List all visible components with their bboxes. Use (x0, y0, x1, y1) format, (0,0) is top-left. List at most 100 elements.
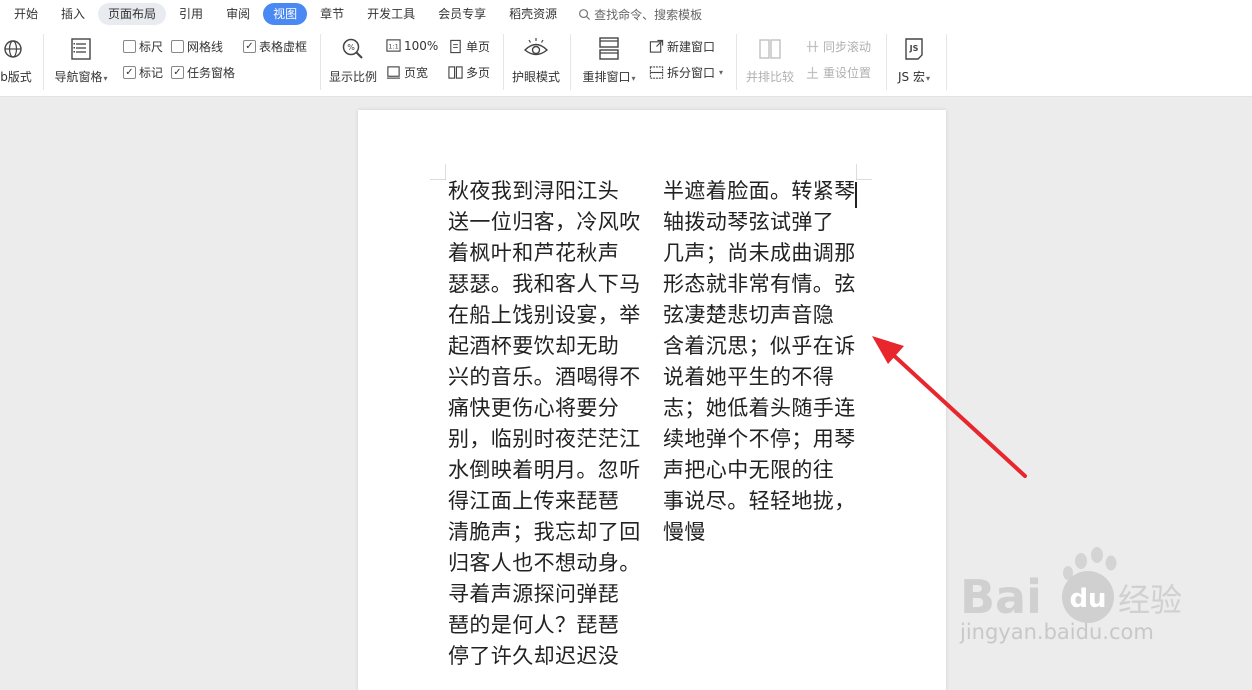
svg-text:JS: JS (909, 44, 919, 53)
nav-pane-icon (71, 38, 91, 60)
single-page-button[interactable]: 单页 (448, 38, 490, 55)
one-to-one-icon: 1:1 (386, 39, 401, 52)
tab-developer[interactable]: 开发工具 (357, 3, 425, 25)
eye-mode-button[interactable]: 护眼模式 (509, 34, 563, 84)
zoom-icon: % (342, 38, 363, 59)
new-window-label: 新建窗口 (667, 40, 716, 54)
text-line: 痛快更伤心将要分 (448, 396, 620, 420)
page-width-label: 页宽 (404, 66, 429, 80)
tab-insert[interactable]: 插入 (51, 3, 95, 25)
split-window-icon (649, 66, 664, 79)
svg-text:%: % (347, 43, 355, 52)
checkbox-checked-icon: ✓ (171, 66, 184, 79)
text-column-left[interactable]: 秋夜我到浔阳江头 送一位归客，冷风吹 着枫叶和芦花秋声 瑟瑟。我和客人下马 在船… (448, 176, 644, 672)
divider (570, 34, 571, 90)
split-window-label: 拆分窗口 (667, 66, 716, 80)
reset-position-button[interactable]: 重设位置 (805, 64, 871, 81)
text-line: 瑟瑟。我和客人下马 (448, 272, 641, 296)
menu-bar: 开始 插入 页面布局 引用 审阅 视图 章节 开发工具 会员专享 稻壳资源 查找… (0, 0, 1252, 28)
table-border-label: 表格虚框 (259, 40, 308, 54)
text-line: 含着沉思；似乎在诉 (663, 334, 856, 358)
divider (320, 34, 321, 90)
zoom-button[interactable]: % 显示比例 (327, 34, 379, 84)
tab-references[interactable]: 引用 (169, 3, 213, 25)
divider (503, 34, 504, 90)
task-pane-checkbox[interactable]: ✓ 任务窗格 (171, 64, 235, 81)
nav-pane-button[interactable]: 导航窗格▾ (50, 34, 112, 86)
reset-position-label: 重设位置 (823, 66, 872, 80)
watermark-brand: Bai (960, 570, 1042, 624)
text-line: 秋夜我到浔阳江头 (448, 179, 620, 203)
text-line: 形态就非常有情。弦 (663, 272, 856, 296)
document-page[interactable]: 秋夜我到浔阳江头 送一位归客，冷风吹 着枫叶和芦花秋声 瑟瑟。我和客人下马 在船… (358, 110, 946, 690)
reset-position-icon (806, 66, 819, 79)
table-border-checkbox[interactable]: ✓ 表格虚框 (243, 38, 307, 55)
page-width-button[interactable]: 页宽 (386, 64, 428, 81)
text-line: 说着她平生的不得 (663, 365, 835, 389)
sync-scroll-button[interactable]: 同步滚动 (805, 38, 871, 55)
watermark-brand-du: du (1069, 584, 1106, 614)
tab-view[interactable]: 视图 (263, 3, 308, 25)
search-label: 查找命令、搜索模板 (594, 7, 703, 22)
web-layout-label: b版式 (0, 70, 32, 84)
multi-page-icon (448, 66, 463, 79)
tab-review[interactable]: 审阅 (216, 3, 260, 25)
text-column-right[interactable]: 半遮着脸面。转紧琴 轴拨动琴弦试弹了 几声；尚未成曲调那 形态就非常有情。弦 弦… (663, 176, 859, 548)
chevron-down-icon: ▾ (103, 74, 108, 83)
text-line: 起酒杯要饮却无助 (448, 334, 620, 358)
web-layout-icon (4, 40, 22, 58)
eye-mode-label: 护眼模式 (511, 70, 560, 84)
text-line: 琶的是何人？琵琶 (448, 613, 620, 637)
tab-member[interactable]: 会员专享 (428, 3, 496, 25)
side-by-side-button[interactable]: 并排比较 (743, 34, 797, 84)
multi-page-button[interactable]: 多页 (448, 64, 490, 81)
text-line: 弦凄楚悲切声音隐 (663, 303, 835, 327)
web-layout-button[interactable]: b版式 (0, 34, 36, 84)
rearrange-window-label: 重排窗口 (582, 70, 631, 84)
tab-chapter[interactable]: 章节 (310, 3, 354, 25)
zoom-label: 显示比例 (328, 70, 377, 84)
checkbox-checked-icon: ✓ (243, 40, 256, 53)
search-icon (579, 8, 591, 20)
mark-label: 标记 (139, 66, 164, 80)
page-width-icon (386, 66, 401, 79)
js-macro-button[interactable]: JS JS 宏▾ (892, 34, 936, 86)
text-line: 停了许久却迟迟没 (448, 644, 620, 668)
new-window-button[interactable]: 新建窗口 (649, 38, 715, 55)
tab-docer[interactable]: 稻壳资源 (499, 3, 567, 25)
tab-page-layout[interactable]: 页面布局 (98, 3, 167, 25)
rearrange-window-button[interactable]: 重排窗口▾ (578, 34, 640, 86)
text-line: 别，临别时夜茫茫江 (448, 427, 641, 451)
chevron-down-icon: ▾ (631, 74, 636, 83)
text-line: 得江面上传来琵琶 (448, 489, 620, 513)
checkbox-checked-icon: ✓ (123, 66, 136, 79)
watermark-url: jingyan.baidu.com (960, 620, 1154, 644)
divider (43, 34, 44, 90)
rearrange-window-icon (599, 37, 619, 60)
divider (946, 34, 947, 90)
zoom-100-button[interactable]: 1:1 100% (386, 38, 438, 53)
text-cursor (855, 182, 857, 208)
task-pane-label: 任务窗格 (187, 66, 236, 80)
text-line: 兴的音乐。酒喝得不 (448, 365, 641, 389)
gridlines-checkbox[interactable]: 网格线 (171, 38, 223, 55)
ruler-checkbox[interactable]: 标尺 (123, 38, 163, 55)
chevron-down-icon: ▾ (925, 74, 930, 83)
margin-corner-mark (430, 164, 446, 180)
side-by-side-label: 并排比较 (745, 70, 794, 84)
new-window-icon (649, 39, 664, 53)
text-line: 水倒映着明月。忽听 (448, 458, 641, 482)
text-line: 寻着声源探问弹琵 (448, 582, 620, 606)
mark-checkbox[interactable]: ✓ 标记 (123, 64, 163, 81)
gridlines-label: 网格线 (187, 40, 224, 54)
single-page-label: 单页 (466, 40, 491, 54)
checkbox-unchecked-icon (123, 40, 136, 53)
command-search[interactable]: 查找命令、搜索模板 (578, 6, 702, 23)
tab-home[interactable]: 开始 (4, 3, 48, 25)
text-line: 归客人也不想动身。 (448, 551, 641, 575)
divider (886, 34, 887, 90)
text-line: 续地弹个不停；用琴 (663, 427, 856, 451)
text-line: 清脆声；我忘却了回 (448, 520, 641, 544)
js-macro-label: JS 宏 (898, 70, 925, 84)
split-window-button[interactable]: 拆分窗口 ▾ (649, 64, 723, 81)
